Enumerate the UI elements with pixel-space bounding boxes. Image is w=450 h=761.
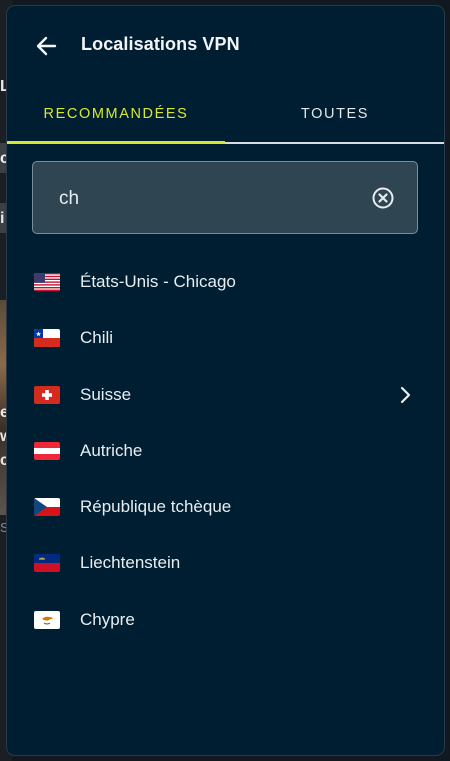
page-title: Localisations VPN [81, 34, 240, 54]
location-label: Chypre [80, 609, 135, 629]
location-item-switzerland[interactable]: Suisse [7, 369, 444, 425]
cyprus-flag-icon [34, 610, 60, 629]
search-input[interactable] [57, 180, 361, 218]
back-button[interactable] [33, 32, 61, 60]
austria-flag-icon [34, 441, 60, 460]
location-item-cyprus[interactable]: Chypre [7, 594, 444, 650]
location-item-us-chicago[interactable]: États-Unis - Chicago [7, 256, 444, 312]
chevron-right-icon [400, 386, 411, 403]
panel-header: Localisations VPN [7, 6, 444, 86]
location-label: Chili [80, 328, 114, 348]
location-label: Liechtenstein [80, 553, 181, 573]
location-item-austria[interactable]: Autriche [7, 425, 444, 481]
clear-search-button[interactable] [371, 186, 395, 210]
tab-recommended[interactable]: RECOMMANDÉES [7, 94, 225, 144]
liechtenstein-flag-icon [34, 554, 60, 573]
arrow-left-icon [36, 36, 57, 56]
switzerland-flag-icon [34, 385, 60, 404]
czech-flag-icon [34, 498, 60, 517]
tab-all[interactable]: TOUTES [226, 94, 444, 142]
location-item-czech-republic[interactable]: République tchèque [7, 481, 444, 537]
location-item-liechtenstein[interactable]: Liechtenstein [7, 537, 444, 593]
search-box [32, 161, 418, 234]
location-label: États-Unis - Chicago [80, 272, 236, 291]
location-label: République tchèque [80, 497, 232, 517]
location-tabs: RECOMMANDÉES TOUTES [7, 94, 444, 144]
location-label: Autriche [80, 440, 143, 460]
vpn-locations-panel: Localisations VPN RECOMMANDÉES TOUTES ch… [7, 6, 444, 755]
clear-circle-icon [372, 187, 394, 209]
location-item-chile[interactable]: Chili [7, 312, 444, 368]
location-list: États-Unis - Chicago Chili Suisse Autric… [7, 256, 444, 650]
location-label: Suisse [80, 384, 132, 404]
chile-flag-icon [34, 329, 60, 348]
us-flag-icon [34, 273, 60, 291]
